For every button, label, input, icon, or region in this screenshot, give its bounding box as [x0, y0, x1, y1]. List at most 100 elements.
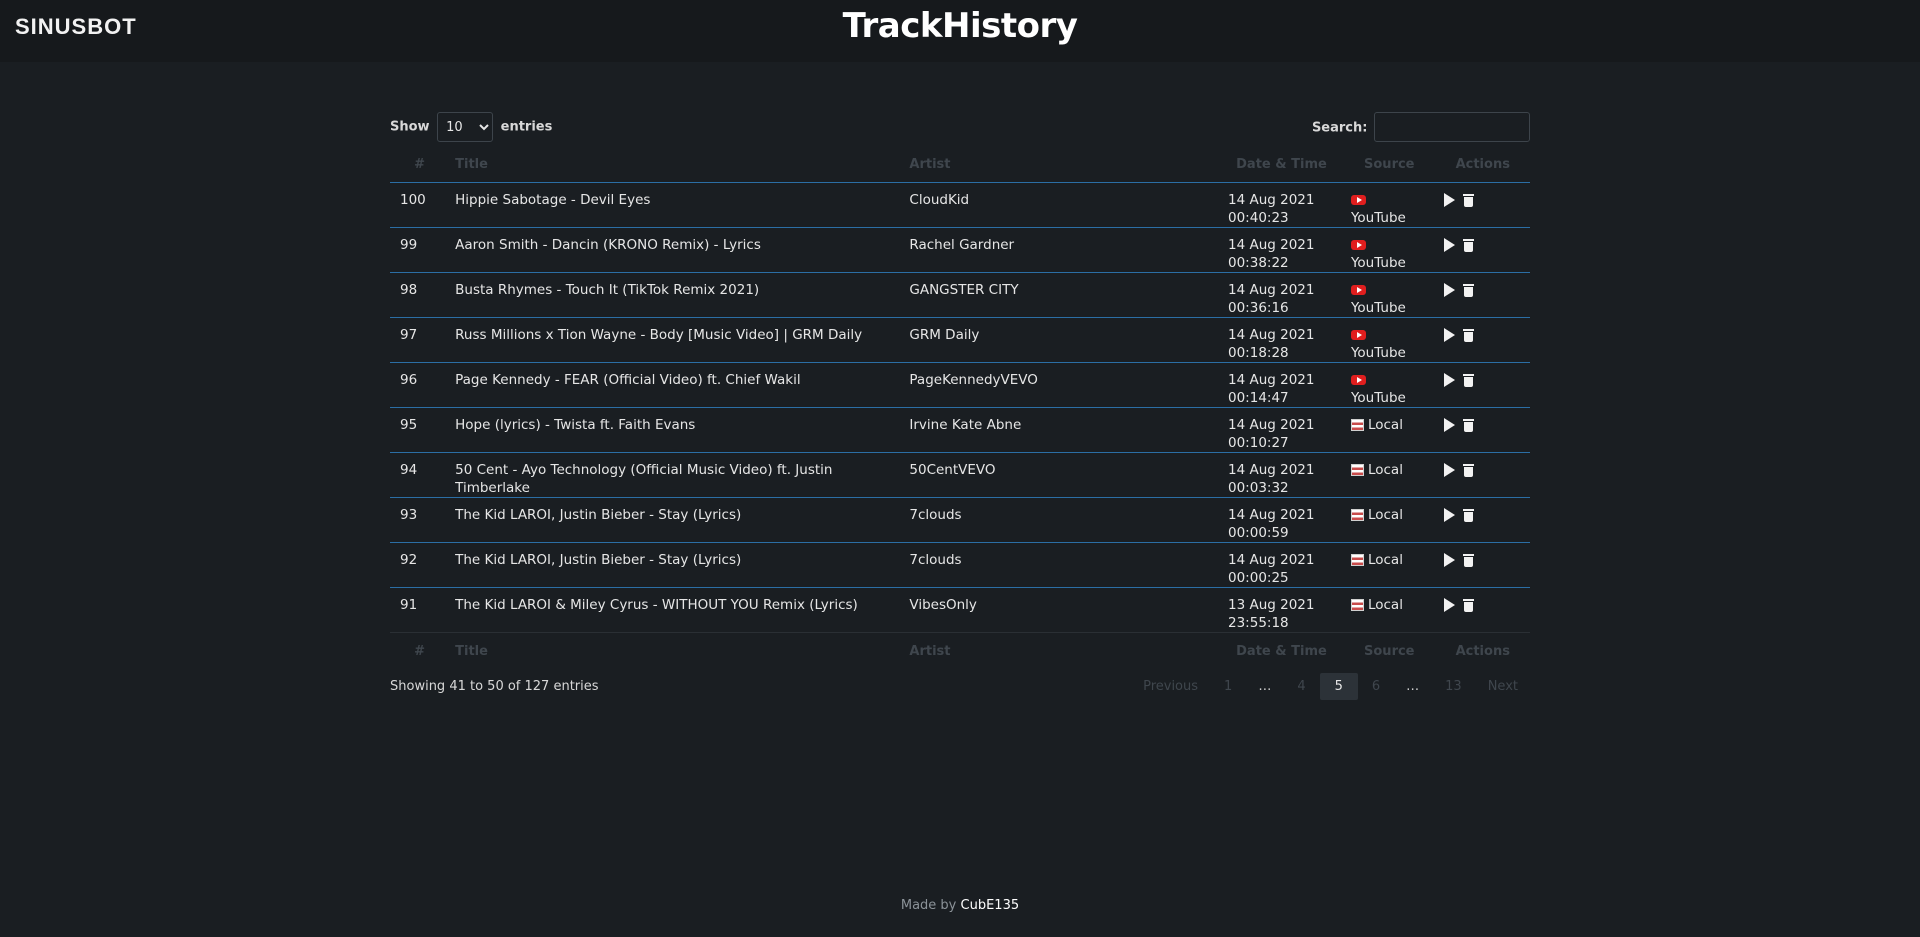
track-source: YouTube	[1343, 183, 1436, 228]
pagination-current-page[interactable]: 5	[1319, 673, 1358, 700]
youtube-icon	[1350, 330, 1366, 340]
pagination-ellipsis: …	[1406, 679, 1420, 694]
show-label: Show	[390, 119, 430, 135]
column-header-actions: Actions	[1435, 146, 1530, 183]
track-time: 00:03:32	[1228, 480, 1289, 496]
table-row: 95 Hope (lyrics) - Twista ft. Faith Evans…	[390, 408, 1530, 453]
column-header-source[interactable]: Source	[1342, 146, 1436, 183]
track-title: 50 Cent - Ayo Technology (Official Music…	[455, 462, 833, 496]
entries-label: entries	[500, 119, 553, 135]
play-icon[interactable]	[1443, 328, 1455, 342]
pagination-next[interactable]: Next	[1476, 673, 1530, 700]
search-input[interactable]	[1374, 112, 1530, 142]
track-date: 14 Aug 2021	[1228, 552, 1315, 568]
column-footer-artist[interactable]: Artist	[901, 633, 1220, 670]
track-date-time: 14 Aug 2021 00:38:22	[1220, 228, 1343, 273]
play-icon[interactable]	[1443, 373, 1455, 387]
column-footer-source[interactable]: Source	[1343, 633, 1436, 670]
track-source: YouTube	[1343, 363, 1436, 408]
track-number: 100	[400, 192, 426, 208]
column-header-title[interactable]: Title	[447, 146, 902, 183]
track-actions	[1436, 588, 1530, 633]
trash-icon[interactable]	[1462, 328, 1474, 342]
source-label: YouTube	[1350, 300, 1406, 316]
track-source: Local	[1343, 588, 1436, 633]
pagination-page[interactable]: 13	[1433, 673, 1474, 700]
table-row: 96 Page Kennedy - FEAR (Official Video) f…	[390, 363, 1530, 408]
trash-icon[interactable]	[1462, 598, 1474, 612]
page-length-select[interactable]: 10	[437, 112, 494, 142]
column-header-artist[interactable]: Artist	[901, 146, 1220, 183]
column-footer-title[interactable]: Title	[447, 633, 901, 670]
trash-icon[interactable]	[1462, 463, 1474, 477]
local-file-icon	[1350, 599, 1364, 611]
source-label: YouTube	[1350, 390, 1406, 406]
column-footer-number[interactable]: #	[390, 633, 447, 670]
track-date: 13 Aug 2021	[1228, 597, 1315, 613]
table-header-row: # Title Artist Date & Time Source Action…	[390, 146, 1530, 183]
column-footer-date-time[interactable]: Date & Time	[1220, 633, 1343, 670]
track-actions	[1436, 363, 1530, 408]
play-icon[interactable]	[1443, 193, 1455, 207]
track-date: 14 Aug 2021	[1228, 417, 1315, 433]
top-bar: SINUSBOT TrackHistory	[0, 0, 1920, 62]
track-number: 91	[400, 597, 418, 613]
source-label: YouTube	[1350, 210, 1406, 226]
track-artist: VibesOnly	[909, 597, 977, 613]
track-actions	[1436, 228, 1530, 273]
youtube-icon	[1350, 375, 1366, 385]
play-icon[interactable]	[1443, 553, 1455, 567]
play-icon[interactable]	[1443, 463, 1455, 477]
track-number: 96	[400, 372, 418, 388]
column-footer-actions: Actions	[1455, 643, 1510, 659]
source-label: Local	[1367, 417, 1403, 433]
youtube-icon	[1350, 240, 1366, 250]
track-time: 00:00:25	[1228, 570, 1289, 586]
track-date-time: 14 Aug 2021 00:18:28	[1220, 318, 1343, 363]
table-footer-header-row: # Title Artist Date & Time Source Action…	[390, 633, 1530, 670]
track-time: 00:40:23	[1228, 210, 1289, 226]
track-title: Page Kennedy - FEAR (Official Video) ft.…	[455, 372, 801, 388]
track-time: 00:00:59	[1228, 525, 1289, 541]
track-time: 00:18:28	[1228, 345, 1289, 361]
trash-icon[interactable]	[1462, 418, 1474, 432]
author-link[interactable]: CubE135	[961, 898, 1020, 913]
play-icon[interactable]	[1443, 283, 1455, 297]
play-icon[interactable]	[1443, 598, 1455, 612]
track-title: The Kid LAROI, Justin Bieber - Stay (Lyr…	[455, 552, 742, 568]
track-artist: Rachel Gardner	[909, 237, 1015, 253]
play-icon[interactable]	[1443, 418, 1455, 432]
track-actions	[1436, 408, 1530, 453]
track-artist: 7clouds	[909, 507, 962, 523]
pagination: Previous 1 … 4 5 6 … 13 Next	[1129, 673, 1530, 700]
table-row: 97 Russ Millions x Tion Wayne - Body [Mus…	[390, 318, 1530, 363]
track-date: 14 Aug 2021	[1228, 282, 1315, 298]
pagination-page[interactable]: 6	[1360, 673, 1392, 700]
made-by-footer: Made by CubE135	[0, 898, 1920, 913]
play-icon[interactable]	[1443, 508, 1455, 522]
trash-icon[interactable]	[1462, 238, 1474, 252]
table-footer: Showing 41 to 50 of 127 entries Previous…	[390, 673, 1530, 703]
trash-icon[interactable]	[1462, 553, 1474, 567]
track-source: Local	[1343, 543, 1436, 588]
play-icon[interactable]	[1443, 238, 1455, 252]
table-row: 94 50 Cent - Ayo Technology (Official Mus…	[390, 453, 1530, 498]
track-title: Russ Millions x Tion Wayne - Body [Music…	[455, 327, 863, 343]
pagination-page[interactable]: 4	[1285, 673, 1317, 700]
track-number: 98	[400, 282, 418, 298]
pagination-previous[interactable]: Previous	[1131, 673, 1210, 700]
trash-icon[interactable]	[1462, 373, 1474, 387]
track-date: 14 Aug 2021	[1228, 507, 1315, 523]
track-date: 14 Aug 2021	[1228, 462, 1315, 478]
column-header-number[interactable]: #	[390, 146, 448, 183]
trash-icon[interactable]	[1462, 508, 1474, 522]
track-source: YouTube	[1343, 228, 1436, 273]
search-control: Search:	[1312, 112, 1530, 142]
track-date-time: 14 Aug 2021 00:10:27	[1220, 408, 1343, 453]
column-header-date-time[interactable]: Date & Time	[1220, 146, 1343, 183]
track-actions	[1436, 318, 1530, 363]
source-label: Local	[1367, 552, 1403, 568]
trash-icon[interactable]	[1462, 193, 1474, 207]
trash-icon[interactable]	[1462, 283, 1474, 297]
pagination-page[interactable]: 1	[1212, 673, 1244, 700]
